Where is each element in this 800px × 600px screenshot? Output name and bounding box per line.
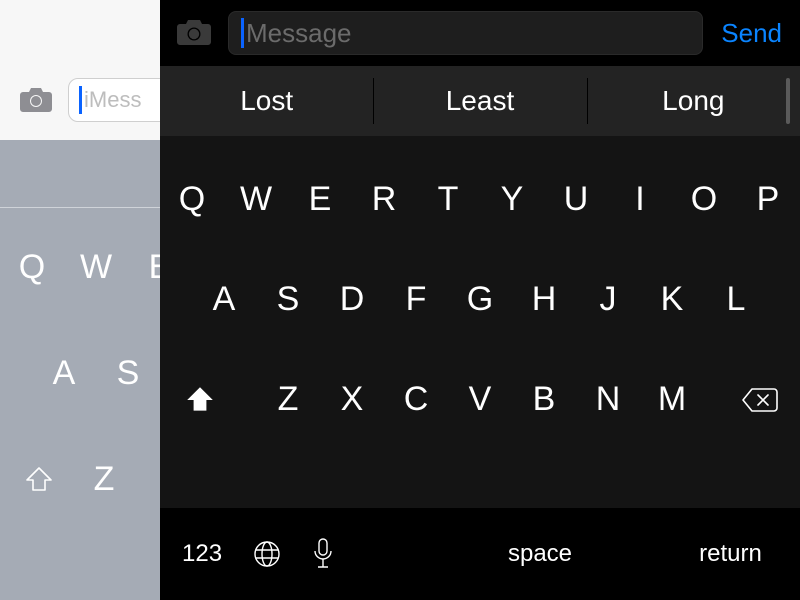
key[interactable]: S [96, 354, 160, 393]
key[interactable]: Q [160, 180, 224, 219]
key[interactable]: J [576, 280, 640, 319]
camera-icon[interactable] [174, 18, 214, 48]
key[interactable]: Q [0, 248, 64, 287]
suggestion-item[interactable]: Long [587, 66, 800, 136]
key[interactable]: B [512, 380, 576, 419]
key[interactable]: D [320, 280, 384, 319]
text-cursor [79, 86, 82, 114]
dark-key-row-1: Q W E R T Y U I O P [160, 180, 800, 219]
key[interactable]: Z [64, 460, 144, 499]
dark-message-placeholder: Message [246, 18, 352, 49]
light-message-placeholder: iMess [84, 87, 141, 113]
suggestions-bar: Lost Least Long [160, 66, 800, 136]
key[interactable]: W [64, 248, 128, 287]
dark-keyboard-panel: Message Send Lost Least Long Q W E R T Y… [160, 0, 800, 600]
dark-key-row-3: Z X C V B N M [160, 380, 800, 419]
microphone-icon[interactable] [312, 537, 334, 571]
text-cursor [241, 18, 244, 48]
key[interactable]: I [608, 180, 672, 219]
suggestion-item[interactable]: Least [373, 66, 586, 136]
space-key[interactable]: space [420, 540, 660, 568]
key[interactable]: Y [480, 180, 544, 219]
key[interactable]: H [512, 280, 576, 319]
key[interactable]: F [384, 280, 448, 319]
key[interactable]: M [640, 380, 704, 419]
send-button[interactable]: Send [717, 18, 786, 49]
backspace-icon[interactable] [740, 386, 780, 414]
dark-keyboard: Q W E R T Y U I O P A S D F G H J K L [160, 136, 800, 600]
key[interactable]: N [576, 380, 640, 419]
key[interactable]: X [320, 380, 384, 419]
key[interactable]: E [288, 180, 352, 219]
key[interactable]: G [448, 280, 512, 319]
key[interactable]: O [672, 180, 736, 219]
keyboard-bottom-bar: 123 space return [160, 508, 800, 600]
suggestion-item[interactable]: Lost [160, 66, 373, 136]
key[interactable]: Z [256, 380, 320, 419]
camera-icon[interactable] [18, 86, 54, 114]
key[interactable]: A [192, 280, 256, 319]
key[interactable]: L [704, 280, 768, 319]
key[interactable]: W [224, 180, 288, 219]
shift-icon[interactable] [180, 384, 220, 416]
key[interactable]: P [736, 180, 800, 219]
shift-icon[interactable] [14, 465, 64, 495]
numbers-key[interactable]: 123 [182, 540, 222, 568]
return-key[interactable]: return [660, 540, 800, 568]
dark-key-row-2: A S D F G H J K L [160, 280, 800, 319]
key[interactable]: T [416, 180, 480, 219]
key[interactable]: S [256, 280, 320, 319]
dark-input-bar: Message Send [160, 0, 800, 66]
key[interactable]: U [544, 180, 608, 219]
suggestions-handle[interactable] [786, 78, 790, 124]
key[interactable]: V [448, 380, 512, 419]
key[interactable]: R [352, 180, 416, 219]
globe-icon[interactable] [252, 539, 282, 569]
key[interactable]: C [384, 380, 448, 419]
key[interactable]: A [32, 354, 96, 393]
key[interactable]: K [640, 280, 704, 319]
dark-message-input[interactable]: Message [228, 11, 703, 55]
